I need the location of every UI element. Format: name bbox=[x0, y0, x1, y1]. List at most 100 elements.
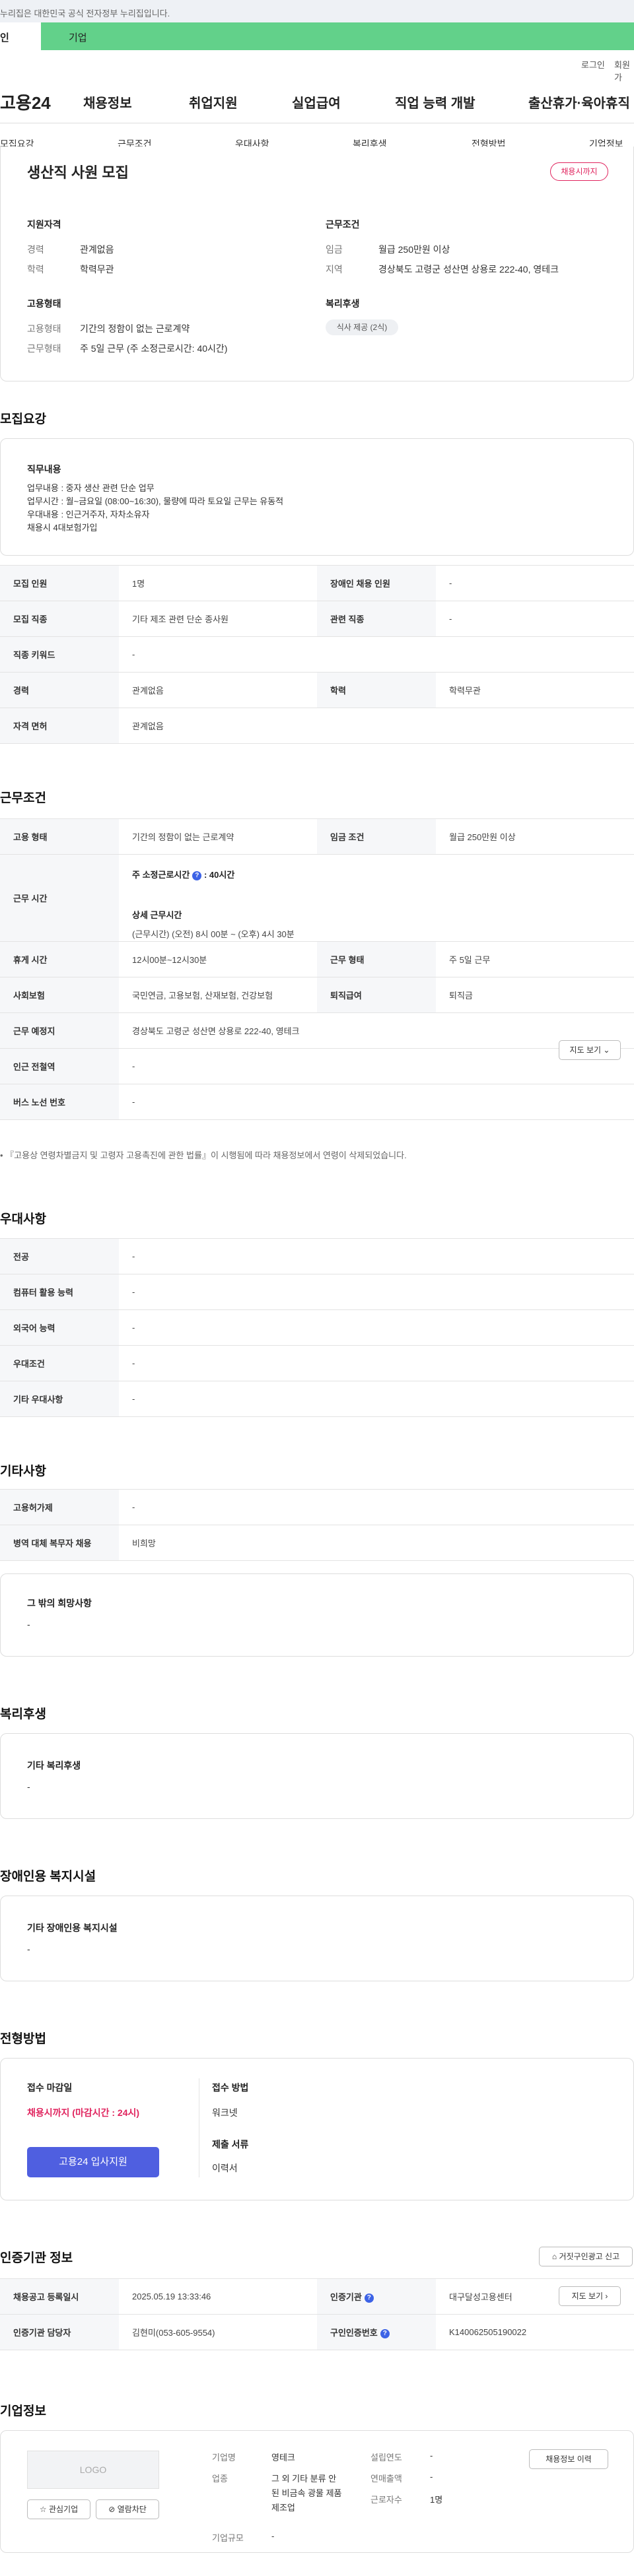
table-header-cell: 컴퓨터 활용 능력 bbox=[0, 1274, 119, 1310]
login-link[interactable]: 로그인 bbox=[581, 58, 605, 71]
employment-type-heading: 고용형태 bbox=[27, 298, 61, 309]
table-header-cell: 고용허가제 bbox=[0, 1489, 119, 1525]
company-name-value: 영테크 bbox=[271, 2453, 295, 2462]
report-fake-ad-button[interactable]: ⌂ 거짓구인광고 신고 bbox=[539, 2247, 633, 2266]
home-icon: ⌂ bbox=[551, 2252, 557, 2261]
etc-heading: 기타사항 bbox=[0, 1465, 46, 1478]
hiring-history-button[interactable]: 채용정보 이력 bbox=[529, 2449, 608, 2469]
table-cell: - bbox=[436, 565, 634, 601]
favorite-company-button[interactable]: ☆ 관심기업 bbox=[27, 2499, 90, 2519]
table-cell: 비희망 bbox=[119, 1525, 634, 1561]
tab-business[interactable]: 기업 bbox=[41, 22, 634, 50]
apply-button[interactable]: 고용24 입사지원 bbox=[27, 2147, 159, 2177]
table-row: 근무 예정지 경상북도 고령군 성산면 상용로 222-40, 영테크 bbox=[0, 1012, 634, 1049]
star-icon: ☆ bbox=[39, 2505, 47, 2514]
site-logo[interactable]: 고용24 bbox=[0, 90, 51, 114]
table-header-cell: 장애인 채용 인원 bbox=[317, 565, 436, 601]
table-cell: 퇴직금 bbox=[436, 977, 634, 1013]
job-title: 생산직 사원 모집 bbox=[27, 164, 129, 181]
table-row: 우대조건 - bbox=[0, 1345, 634, 1381]
employment-type-label: 고용형태 bbox=[27, 323, 61, 334]
work-place-value: 경상북도 고령군 성산면 상용로 222-40, 영테크 bbox=[132, 1026, 300, 1036]
agency-map-button[interactable]: 지도 보기 › bbox=[559, 2286, 621, 2306]
table-cell: - bbox=[119, 1274, 634, 1310]
weekly-hours: 주 소정근로시간? : 40시간 bbox=[132, 868, 634, 880]
table-header-cell: 병역 대체 복무자 채용 bbox=[0, 1525, 119, 1561]
gnb-item-unemployment-benefit[interactable]: 실업급여 bbox=[292, 92, 341, 112]
employees-value: 1명 bbox=[430, 2495, 443, 2505]
table-row: 근무 시간 주 소정근로시간? : 40시간 상세 근무시간 (근무시간) (오… bbox=[0, 854, 634, 942]
table-header-cell: 버스 노선 번호 bbox=[0, 1084, 119, 1120]
table-row: 컴퓨터 활용 능력 - bbox=[0, 1274, 634, 1310]
help-icon[interactable]: ? bbox=[380, 2328, 390, 2338]
table-cell: 2025.05.19 13:33:46 bbox=[119, 2278, 317, 2315]
table-cell: - bbox=[119, 1048, 634, 1084]
table-cell: 국민연금, 고용보험, 산재보험, 건강보험 bbox=[119, 977, 317, 1013]
education-label: 학력 bbox=[27, 264, 44, 275]
company-size-value: - bbox=[271, 2531, 275, 2541]
table-row: 병역 대체 복무자 채용 비희망 bbox=[0, 1525, 634, 1561]
gnb-item-parental-leave[interactable]: 출산휴가·육아휴직 bbox=[528, 92, 630, 112]
work-conditions-heading: 근무조건 bbox=[326, 219, 360, 230]
table-cell: 관계없음 bbox=[119, 672, 317, 708]
table-cell: 월급 250만원 이상 bbox=[436, 818, 634, 855]
education-value: 학력무관 bbox=[80, 264, 114, 275]
table-row: 모집 인원 1명 장애인 채용 인원 - bbox=[0, 565, 634, 601]
table-header-cell: 자격 면허 bbox=[0, 708, 119, 744]
duty-card: 직무내용 업무내용 : 중자 생산 관련 단순 업무 업무시간 : 월~금요일 … bbox=[0, 438, 634, 556]
other-wishes-heading: 그 밖의 희망사항 bbox=[27, 1598, 92, 1608]
block-label: 열람차단 bbox=[117, 2505, 147, 2514]
pref-heading: 우대사항 bbox=[0, 1212, 46, 1226]
employees-label: 근로자수 bbox=[370, 2495, 402, 2505]
gnb-item-job-training[interactable]: 직업 능력 개발 bbox=[395, 92, 476, 112]
table-header-cell: 기타 우대사항 bbox=[0, 1381, 119, 1417]
table-header-cell: 직종 키워드 bbox=[0, 636, 119, 673]
map-view-label: 지도 보기 bbox=[569, 1045, 602, 1055]
favorite-label: 관심기업 bbox=[48, 2505, 79, 2514]
table-header-cell: 학력 bbox=[317, 672, 436, 708]
welfare-chip: 식사 제공 (2식) bbox=[326, 319, 398, 335]
report-label: 거짓구인광고 신고 bbox=[559, 2252, 620, 2261]
tab-individual[interactable]: 인 bbox=[0, 22, 41, 50]
block-icon: ⊘ bbox=[108, 2505, 116, 2514]
annual-sales-label: 연매출액 bbox=[370, 2474, 402, 2484]
table-row: 사회보험 국민연금, 고용보험, 산재보험, 건강보험 퇴직급여 퇴직금 bbox=[0, 977, 634, 1013]
inst-label: 인증기관 bbox=[330, 2292, 362, 2302]
work-form-value: 주 5일 근무 (주 소정근로시간: 40시간) bbox=[80, 343, 228, 354]
company-heading: 기업정보 bbox=[0, 2404, 46, 2418]
table-row: 전공 - bbox=[0, 1238, 634, 1274]
work-table: 고용 형태 기간의 정함이 없는 근로계약 임금 조건 월급 250만원 이상 … bbox=[0, 818, 634, 1120]
help-icon[interactable]: ? bbox=[364, 2293, 374, 2303]
table-cell: - bbox=[119, 1345, 634, 1381]
founded-label: 설립연도 bbox=[370, 2453, 402, 2462]
table-header-cell: 근무 형태 bbox=[317, 941, 436, 977]
auth-num-label: 구인인증번호 bbox=[330, 2328, 378, 2338]
table-header-cell: 휴게 시간 bbox=[0, 941, 119, 977]
agency-table: 채용공고 등록일시 2025.05.19 13:33:46 인증기관? 대구달성… bbox=[0, 2278, 634, 2350]
wage-label: 임금 bbox=[326, 244, 343, 255]
career-label: 경력 bbox=[27, 244, 44, 255]
map-view-button[interactable]: 지도 보기 ⌄ bbox=[559, 1040, 621, 1060]
table-row: 휴게 시간 12시00분~12시30분 근무 형태 주 5일 근무 bbox=[0, 941, 634, 977]
table-header-cell: 인증기관? bbox=[317, 2278, 436, 2315]
other-wishes-card: 그 밖의 희망사항 - bbox=[0, 1573, 634, 1657]
industry-value: 그 외 기타 분류 안된 비금속 광물 제품 제조업 bbox=[271, 2474, 342, 2513]
disability-card: 기타 장애인용 복지시설 - bbox=[0, 1896, 634, 1981]
gnb-item-employment-support[interactable]: 취업지원 bbox=[189, 92, 238, 112]
deadline-heading: 접수 마감일 bbox=[27, 2082, 73, 2093]
selection-card: 접수 마감일 채용시까지 (마감시간 : 24시) 고용24 입사지원 접수 방… bbox=[0, 2058, 634, 2200]
table-cell: - bbox=[119, 1238, 634, 1274]
work-heading: 근무조건 bbox=[0, 791, 46, 805]
join-link[interactable]: 회원가 bbox=[614, 58, 634, 83]
help-icon[interactable]: ? bbox=[192, 871, 202, 880]
table-row: 직종 키워드 - bbox=[0, 636, 634, 673]
founded-value: - bbox=[430, 2451, 433, 2460]
method-value: 워크넷 bbox=[212, 2107, 238, 2118]
other-welfare-value: - bbox=[27, 1781, 30, 1792]
gnb-item-jobs[interactable]: 채용정보 bbox=[83, 92, 132, 112]
table-header-cell: 우대조건 bbox=[0, 1345, 119, 1381]
block-view-button[interactable]: ⊘ 열람차단 bbox=[96, 2499, 159, 2519]
work-form-label: 근무형태 bbox=[27, 343, 61, 354]
wage-value: 월급 250만원 이상 bbox=[378, 244, 450, 255]
weekly-hours-value: : 40시간 bbox=[203, 870, 235, 880]
